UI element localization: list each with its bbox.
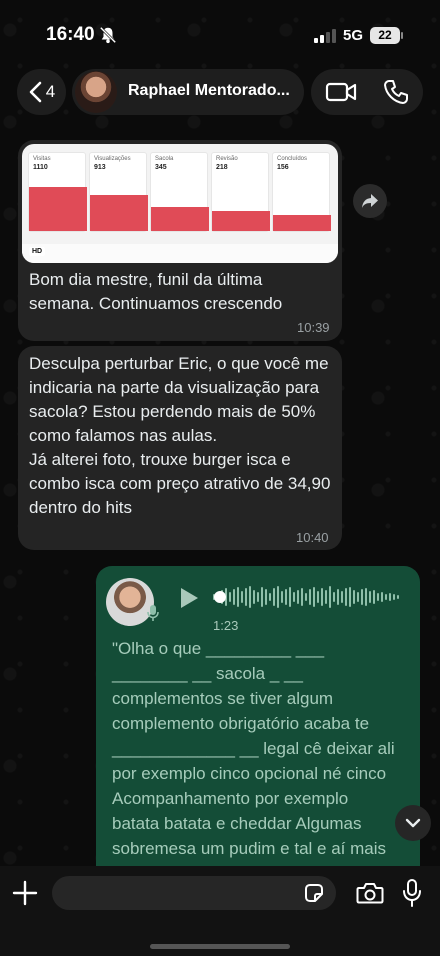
message-input[interactable] <box>52 876 336 910</box>
sticker-icon[interactable] <box>303 882 325 904</box>
battery-level: 22 <box>370 27 400 44</box>
plus-icon[interactable] <box>12 880 38 906</box>
contact-info-button[interactable]: Raphael Mentorado... <box>72 69 304 115</box>
forward-icon <box>362 194 378 208</box>
unread-count: 4 <box>45 82 56 101</box>
video-icon[interactable] <box>325 80 357 104</box>
camera-icon[interactable] <box>356 881 384 905</box>
hd-badge: HD <box>29 247 46 256</box>
funnel-card: Revisão 218 <box>211 152 270 232</box>
mic-icon[interactable] <box>402 878 422 908</box>
funnel-card-label: Visualizações <box>94 156 131 162</box>
funnel-card: Visualizações 913 <box>89 152 148 232</box>
contact-avatar <box>75 71 117 113</box>
message-time: 10:40 <box>296 530 329 545</box>
chat-header: 4 Raphael Mentorado... <box>0 66 440 120</box>
funnel-card: Sacola 345 <box>150 152 209 232</box>
audio-waveform[interactable] <box>213 584 399 610</box>
forward-button[interactable] <box>353 184 387 218</box>
voice-transcript: "Olha o que _________ ___ ________ __ sa… <box>112 639 395 866</box>
phone-icon[interactable] <box>383 79 409 105</box>
playback-scrubber[interactable] <box>214 591 226 603</box>
funnel-card-label: Visitas <box>33 156 51 162</box>
home-indicator <box>150 944 290 949</box>
funnel-card-label: Sacola <box>155 156 174 162</box>
voice-message[interactable]: 1:23 "Olha o que _________ ___ ________ … <box>96 566 420 866</box>
play-icon[interactable] <box>178 586 200 610</box>
screenshot-footer <box>22 244 338 263</box>
funnel-bar <box>273 215 331 231</box>
funnel-card-value: 345 <box>155 164 167 171</box>
scroll-to-bottom-button[interactable] <box>395 805 431 841</box>
text-message[interactable]: Desculpa perturbar Eric, o que você me i… <box>18 346 342 550</box>
status-time: 16:40 <box>46 24 95 45</box>
call-actions <box>311 69 423 115</box>
funnel-bar <box>90 195 148 231</box>
funnel-card-value: 156 <box>277 164 289 171</box>
funnel-card-value: 1110 <box>33 164 48 171</box>
funnel-card-label: Revisão <box>216 156 238 162</box>
chevron-left-icon <box>29 81 42 103</box>
status-bar: 16:40 5G 22 <box>0 0 440 62</box>
funnel-bar <box>212 211 270 231</box>
back-button[interactable]: 4 <box>17 69 66 115</box>
message-text: Desculpa perturbar Eric, o que você me i… <box>29 354 331 517</box>
contact-name: Raphael Mentorado... <box>128 82 290 99</box>
bell-off-icon <box>99 26 117 44</box>
funnel-screenshot[interactable]: Visitas 1110 Visualizações 913 Sacola 34… <box>22 144 338 263</box>
image-message[interactable]: Visitas 1110 Visualizações 913 Sacola 34… <box>18 140 342 341</box>
funnel-card-value: 218 <box>216 164 228 171</box>
funnel-card-label: Concluídos <box>277 156 308 162</box>
chevron-down-icon <box>405 818 421 828</box>
funnel-bar <box>29 187 87 231</box>
funnel-bar <box>151 207 209 231</box>
battery-tip <box>401 32 403 39</box>
message-time: 10:39 <box>297 320 330 335</box>
funnel-card-value: 913 <box>94 164 106 171</box>
message-composer <box>0 866 440 956</box>
image-caption: Bom dia mestre, funil da última semana. … <box>29 270 283 313</box>
funnel-card: Concluídos 156 <box>272 152 331 232</box>
mic-icon <box>147 605 159 621</box>
funnel-card: Visitas 1110 <box>28 152 87 232</box>
voice-duration: 1:23 <box>213 618 239 633</box>
signal-icon <box>314 29 336 43</box>
network-type: 5G <box>343 27 364 44</box>
